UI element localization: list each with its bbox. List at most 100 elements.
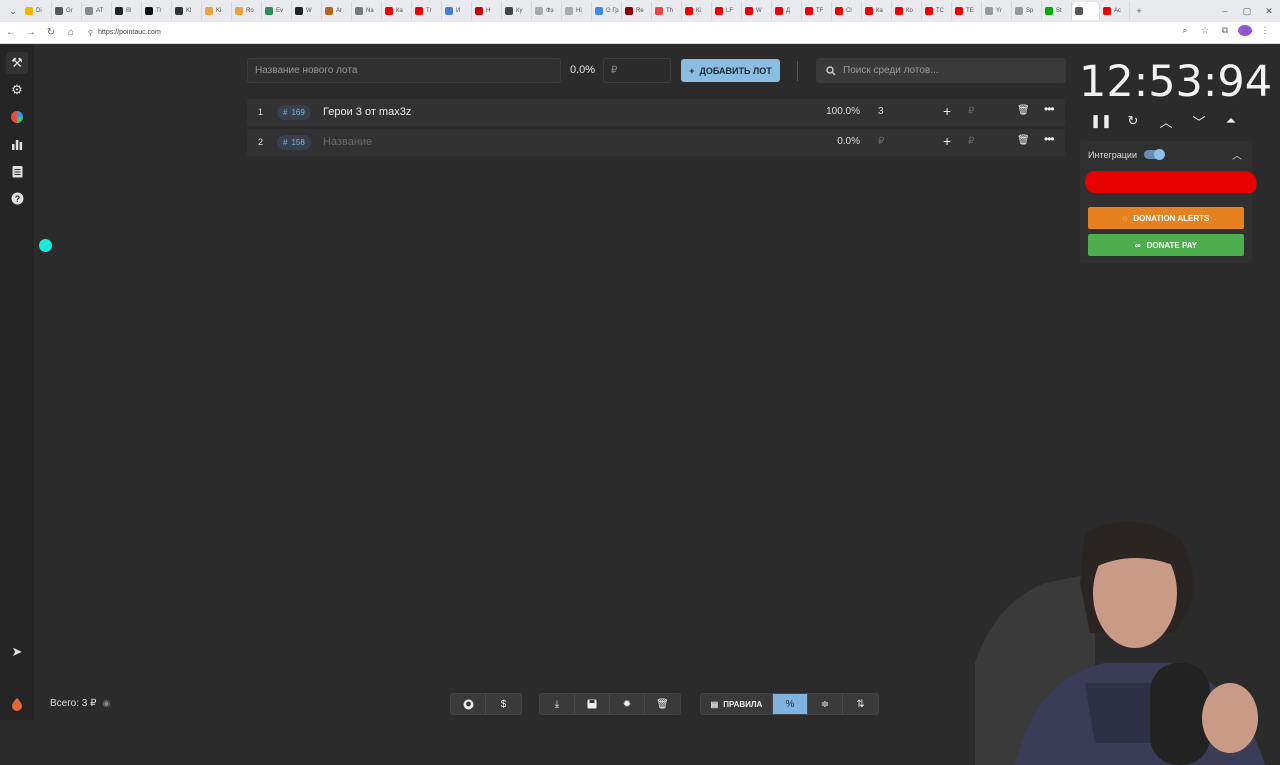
browser-tab[interactable]: Re — [622, 2, 652, 20]
browser-tab[interactable]: Фэ — [532, 2, 562, 20]
browser-tab[interactable]: Ні — [562, 2, 592, 20]
stats-icon[interactable] — [6, 133, 28, 155]
tab-search-icon[interactable]: ⌄ — [4, 2, 22, 20]
reset-icon[interactable]: ↻ — [1122, 110, 1144, 132]
browser-tab[interactable]: Tr — [412, 2, 442, 20]
delete-icon[interactable]: 🗑 — [1017, 135, 1030, 146]
more-icon[interactable]: ••• — [1044, 102, 1055, 116]
browser-tab[interactable]: Di — [22, 2, 52, 20]
browser-tab[interactable]: Ко — [892, 2, 922, 20]
browser-tab[interactable]: Sp — [1012, 2, 1042, 20]
integrations-toggle[interactable] — [1144, 149, 1165, 160]
save-icon[interactable] — [575, 694, 610, 714]
browser-tab[interactable]: Ar — [322, 2, 352, 20]
pause-icon[interactable]: ❚❚ — [1090, 110, 1112, 132]
browser-tab[interactable]: TC — [922, 2, 952, 20]
auction-hammer-icon[interactable]: ⚒ — [6, 52, 28, 74]
lot-search-input[interactable]: Поиск среди лотов... — [816, 58, 1066, 83]
site-info-icon[interactable]: ⚲ — [88, 29, 93, 37]
browser-tab[interactable]: Yr — [982, 2, 1012, 20]
lot-amount[interactable]: 3 — [878, 106, 884, 117]
browser-tab[interactable]: W — [742, 2, 772, 20]
sort-icon[interactable]: ⇅ — [843, 694, 878, 714]
url-field[interactable]: ⚲ https://pointauc.com — [88, 29, 161, 37]
gear-icon[interactable]: ⚙ — [6, 79, 28, 101]
browser-tab[interactable]: AT — [82, 2, 112, 20]
browser-tab[interactable]: Th — [652, 2, 682, 20]
percent-toggle-icon[interactable]: % — [773, 694, 808, 714]
donate-logo-icon[interactable] — [6, 693, 28, 715]
browser-tab[interactable]: Ro — [232, 2, 262, 20]
download-icon[interactable]: ⤓ — [540, 694, 575, 714]
browser-tab[interactable]: Ev — [262, 2, 292, 20]
dollar-icon[interactable]: $ — [486, 694, 521, 714]
browser-tab[interactable]: G Гр — [592, 2, 622, 20]
chevron-up-icon[interactable]: ︿ — [1155, 110, 1177, 132]
forward-icon[interactable]: → — [22, 24, 40, 42]
bug-icon[interactable]: ✹ — [610, 694, 645, 714]
lot-amount[interactable]: ₽ — [878, 136, 884, 147]
browser-tab[interactable]: Ка — [382, 2, 412, 20]
home-icon[interactable]: ⌂ — [62, 24, 80, 42]
browser-tab[interactable]: Ki — [202, 2, 232, 20]
new-lot-amount-input[interactable]: ₽ — [603, 58, 671, 83]
zoom-icon[interactable]: ⌕ — [1178, 25, 1192, 36]
chevron-down-icon[interactable]: ﹀ — [1188, 110, 1210, 132]
browser-tab[interactable]: Cl — [832, 2, 862, 20]
browser-tab[interactable]: Bl — [112, 2, 142, 20]
browser-tab[interactable]: И — [442, 2, 472, 20]
add-amount-icon[interactable]: + — [943, 103, 951, 119]
browser-tab[interactable]: LF — [712, 2, 742, 20]
browser-tab[interactable]: TF — [802, 2, 832, 20]
delete-icon[interactable]: 🗑 — [1017, 105, 1030, 116]
new-tab-icon[interactable]: + — [1130, 2, 1148, 20]
browser-tab[interactable]: Ку — [502, 2, 532, 20]
lot-name[interactable]: Герои 3 от max3z — [323, 106, 411, 118]
compact-icon[interactable]: ≑ — [808, 694, 843, 714]
reload-icon[interactable]: ↻ — [42, 24, 60, 42]
browser-tab[interactable]: Gr — [52, 2, 82, 20]
browser-tab[interactable]: W — [292, 2, 322, 20]
browser-tab[interactable] — [1072, 2, 1100, 20]
donate-pay-button[interactable]: ∞ DONATE PAY — [1088, 234, 1244, 256]
lot-name[interactable]: Название — [323, 136, 372, 148]
more-icon[interactable]: ••• — [1044, 132, 1055, 146]
donation-alerts-button[interactable]: ◌ DONATION ALERTS — [1088, 207, 1244, 229]
add-lot-button[interactable]: + ДОБАВИТЬ ЛОТ — [681, 59, 780, 82]
rules-button[interactable]: ▤ ПРАВИЛА — [701, 694, 773, 714]
maximize-icon[interactable]: ▢ — [1236, 6, 1258, 17]
double-chevron-up-icon[interactable]: ⏶ — [1220, 110, 1242, 132]
lot-add-amount-input[interactable]: ₽ — [968, 106, 974, 117]
github-icon[interactable] — [451, 694, 486, 714]
minimize-icon[interactable]: – — [1214, 6, 1236, 16]
profile-avatar[interactable]: S — [1238, 25, 1252, 36]
browser-tab[interactable]: Ас — [1100, 2, 1130, 20]
browser-menu-icon[interactable]: ⋮ — [1258, 25, 1272, 36]
browser-tab[interactable]: Д — [772, 2, 802, 20]
clear-icon[interactable]: 🗑 — [645, 694, 680, 714]
lot-add-amount-input[interactable]: ₽ — [968, 136, 974, 147]
back-icon[interactable]: ← — [2, 24, 20, 42]
new-lot-name-input[interactable]: Название нового лота — [247, 58, 561, 83]
browser-tab[interactable]: TE — [952, 2, 982, 20]
browser-tab[interactable]: Kl — [172, 2, 202, 20]
browser-tab[interactable]: Na — [352, 2, 382, 20]
browser-tab[interactable]: Н — [472, 2, 502, 20]
add-amount-icon[interactable]: + — [943, 133, 951, 149]
close-window-icon[interactable]: ✕ — [1258, 6, 1280, 17]
wheel-icon[interactable] — [6, 106, 28, 128]
lot-id-badge[interactable]: #169 — [277, 105, 311, 120]
bookmark-star-icon[interactable]: ☆ — [1198, 25, 1212, 36]
chevron-up-icon[interactable]: ︿ — [1232, 147, 1242, 162]
lot-id-badge[interactable]: #158 — [277, 135, 311, 150]
telegram-icon[interactable]: ➤ — [6, 641, 28, 663]
eye-off-icon[interactable]: ◉ — [102, 698, 110, 709]
browser-tab[interactable]: Ка — [862, 2, 892, 20]
browser-tab[interactable]: Tr — [142, 2, 172, 20]
toolbar-group-view: ▤ ПРАВИЛА % ≑ ⇅ — [700, 693, 879, 715]
browser-tab[interactable]: Кі — [682, 2, 712, 20]
help-icon[interactable]: ? — [6, 187, 28, 209]
history-icon[interactable] — [6, 160, 28, 182]
browser-tab[interactable]: St — [1042, 2, 1072, 20]
extensions-icon[interactable]: ⧉ — [1218, 25, 1232, 36]
